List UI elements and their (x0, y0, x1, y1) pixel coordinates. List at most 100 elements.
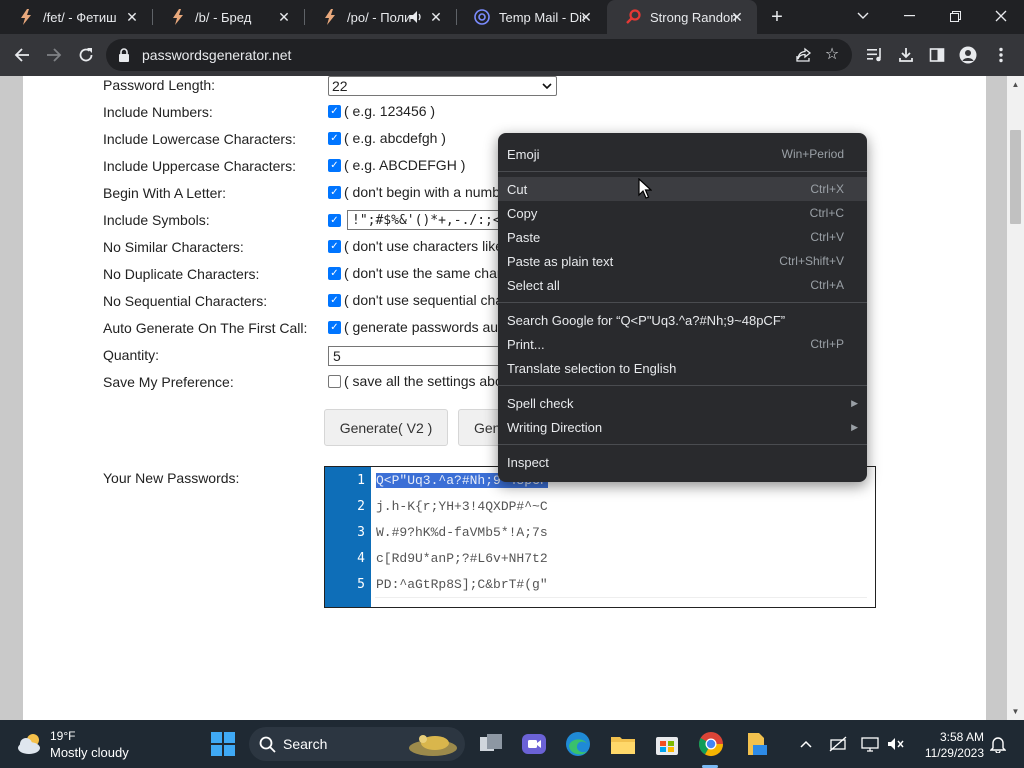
back-arrow-icon[interactable] (9, 42, 35, 68)
menu-item-inspect[interactable]: Inspect (498, 450, 867, 474)
save-preference-label: Save My Preference: (103, 374, 234, 390)
submenu-arrow-icon: ▶ (851, 397, 858, 408)
line-number: 5 (357, 577, 365, 592)
no-similar-checkbox[interactable]: ✓ (328, 239, 341, 253)
menu-item-label: Copy (507, 205, 538, 221)
password-length-select[interactable]: 22 (328, 76, 557, 96)
include-uppercase-checkbox[interactable]: ✓ (328, 158, 341, 172)
tab-title: /fet/ - Фетиш (43, 9, 117, 25)
password-line[interactable]: c[Rd9U*anP;?#L6v+NH7t2 (376, 551, 548, 566)
windows-start-icon[interactable] (208, 729, 238, 759)
edge-browser-icon[interactable] (563, 729, 593, 759)
menu-separator (498, 302, 867, 303)
password-line[interactable]: PD:^aGtRp8S];C&brT#(g" (376, 577, 548, 592)
scroll-down-arrow-icon[interactable]: ▼ (1011, 707, 1020, 716)
file-folder-app-icon[interactable] (740, 729, 770, 759)
quantity-label: Quantity: (103, 347, 160, 363)
password-length-label: Password Length: (103, 77, 216, 93)
menu-item-select-all[interactable]: Select all Ctrl+A (498, 273, 867, 297)
address-bar[interactable]: passwordsgenerator.net ☆ (106, 39, 852, 71)
auto-generate-label: Auto Generate On The First Call: (103, 320, 308, 336)
auto-generate-checkbox[interactable]: ✓ (328, 320, 341, 334)
profile-avatar-icon[interactable] (955, 42, 981, 68)
tab-po[interactable]: /po/ - Поли ✕ (304, 0, 456, 34)
include-numbers-checkbox[interactable]: ✓ (328, 104, 341, 118)
password-line[interactable]: j.h-K{r;YH+3!4QXDP#^~C (376, 499, 548, 514)
quantity-input[interactable]: 5 (328, 346, 508, 366)
menu-item-writing-direction[interactable]: Writing Direction ▶ (498, 415, 867, 439)
kebab-menu-icon[interactable] (988, 42, 1014, 68)
window-close-icon[interactable] (978, 0, 1024, 32)
side-panel-icon[interactable] (924, 42, 950, 68)
password-line[interactable]: W.#9?hK%d-faVMb5*!A;7s (376, 525, 548, 540)
line-number: 2 (357, 499, 365, 514)
task-view-icon[interactable] (476, 729, 506, 759)
menu-item-search-google[interactable]: Search Google for “Q<P"Uq3.^a?#Nh;9~48pC… (498, 308, 867, 332)
chrome-icon[interactable] (696, 729, 726, 759)
scroll-thumb[interactable] (1010, 130, 1021, 224)
begin-with-letter-label: Begin With A Letter: (103, 185, 226, 201)
menu-item-paste-plain[interactable]: Paste as plain text Ctrl+Shift+V (498, 249, 867, 273)
menu-item-print[interactable]: Print... Ctrl+P (498, 332, 867, 356)
weather-widget[interactable]: 19°F Mostly cloudy (16, 727, 129, 761)
restore-icon[interactable] (932, 0, 978, 32)
line-number: 4 (357, 551, 365, 566)
taskbar-search[interactable]: Search (249, 727, 465, 761)
tab-strong-random[interactable]: Strong Random ✕ (607, 0, 757, 34)
close-icon[interactable]: ✕ (578, 9, 594, 25)
close-icon[interactable]: ✕ (428, 9, 444, 25)
media-queue-icon[interactable] (862, 42, 888, 68)
symbols-input[interactable]: !";#$%&'()*+,-./:;< (347, 210, 507, 230)
include-lowercase-checkbox[interactable]: ✓ (328, 131, 341, 145)
tab-temp-mail[interactable]: Temp Mail - Dis ✕ (456, 0, 606, 34)
bookmark-star-icon[interactable]: ☆ (822, 44, 842, 64)
menu-item-translate[interactable]: Translate selection to English (498, 356, 867, 380)
tab-search-chevron-icon[interactable] (840, 0, 886, 32)
no-sequential-checkbox[interactable]: ✓ (328, 293, 341, 307)
share-icon[interactable] (794, 45, 814, 65)
begin-with-letter-checkbox[interactable]: ✓ (328, 185, 341, 199)
tab-fet[interactable]: /fet/ - Фетиш ✕ (0, 0, 152, 34)
network-disconnected-icon[interactable] (828, 734, 848, 754)
menu-item-label: Emoji (507, 146, 540, 162)
tab-b[interactable]: /b/ - Бред ✕ (152, 0, 304, 34)
close-icon[interactable]: ✕ (276, 9, 292, 25)
new-tab-plus-icon[interactable]: + (766, 6, 788, 28)
reload-icon[interactable] (73, 42, 99, 68)
monitor-icon[interactable] (860, 734, 880, 754)
include-symbols-checkbox[interactable]: ✓ (328, 213, 341, 227)
download-icon[interactable] (893, 42, 919, 68)
no-duplicate-hint: ( don't use the same char (344, 265, 502, 281)
save-preference-checkbox[interactable] (328, 374, 341, 388)
generate-v2-button[interactable]: Generate( V2 ) (324, 409, 448, 446)
meet-chat-icon[interactable] (519, 729, 549, 759)
weather-temp: 19°F (50, 729, 76, 743)
microsoft-store-icon[interactable] (652, 729, 682, 759)
page-scrollbar[interactable]: ▲ ▼ (1007, 76, 1024, 720)
password-length-value: 22 (332, 78, 348, 94)
menu-item-emoji[interactable]: Emoji Win+Period (498, 142, 867, 166)
menu-item-shortcut: Ctrl+Shift+V (779, 254, 844, 268)
clock-date: 11/29/2023 (924, 746, 984, 760)
menu-item-cut[interactable]: Cut Ctrl+X (498, 177, 867, 201)
lock-icon[interactable] (117, 47, 131, 63)
system-clock[interactable]: 3:58 AM 11/29/2023 (918, 729, 984, 761)
menu-item-copy[interactable]: Copy Ctrl+C (498, 201, 867, 225)
url-text[interactable]: passwordsgenerator.net (142, 47, 291, 63)
minimize-icon[interactable] (886, 0, 932, 32)
file-explorer-icon[interactable] (608, 729, 638, 759)
menu-item-paste[interactable]: Paste Ctrl+V (498, 225, 867, 249)
close-icon[interactable]: ✕ (729, 9, 745, 25)
forward-arrow-icon[interactable] (41, 42, 67, 68)
volume-muted-icon[interactable] (886, 734, 906, 754)
speaker-icon[interactable] (408, 9, 424, 25)
tray-overflow-chevron-icon[interactable] (796, 734, 816, 754)
lightning-icon (18, 9, 34, 25)
close-icon[interactable]: ✕ (124, 9, 140, 25)
notification-bell-icon[interactable] (988, 734, 1008, 754)
no-sequential-hint: ( don't use sequential cha (344, 292, 504, 308)
scroll-up-arrow-icon[interactable]: ▲ (1011, 80, 1020, 89)
menu-item-spell-check[interactable]: Spell check ▶ (498, 391, 867, 415)
no-duplicate-checkbox[interactable]: ✓ (328, 266, 341, 280)
passwords-output[interactable]: 1 2 3 4 5 Q<P"Uq3.^a?#Nh;9~48pCF j.h-K{r… (324, 466, 876, 608)
